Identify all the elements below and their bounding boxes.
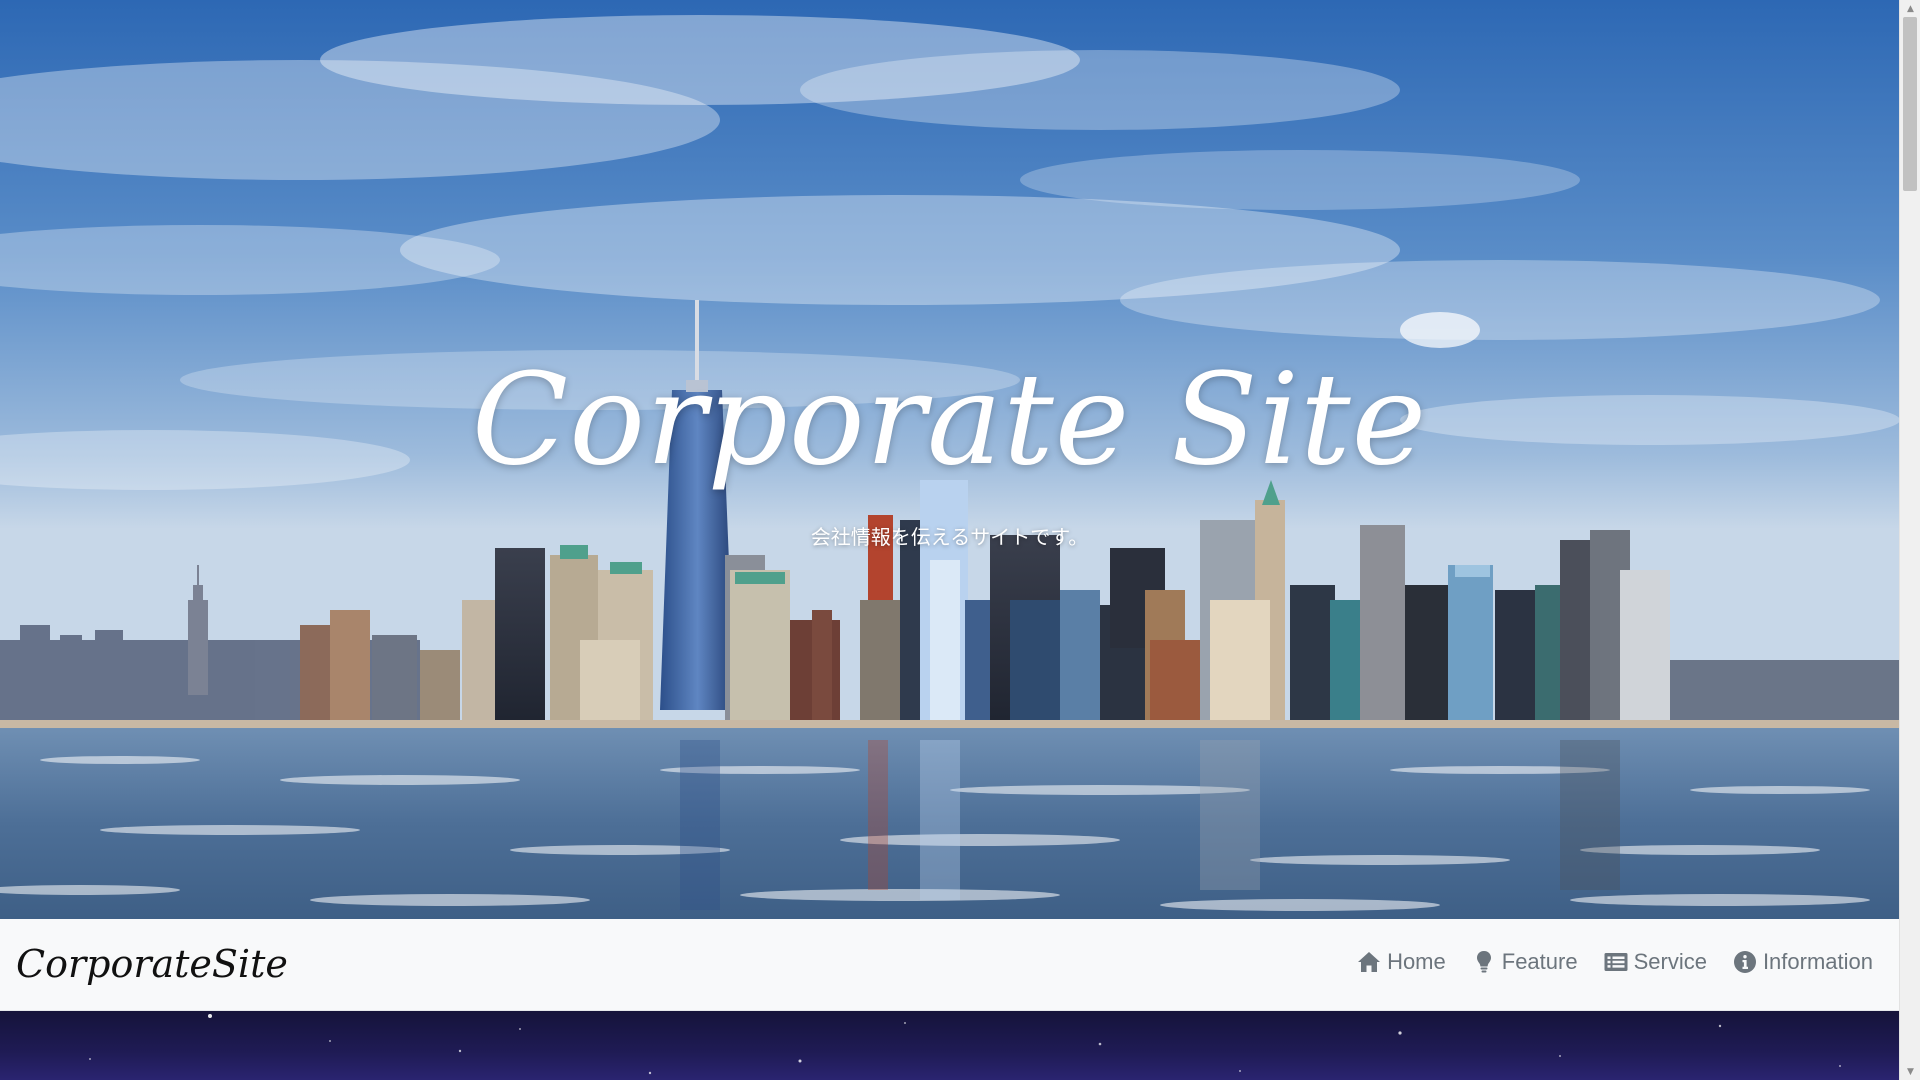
hero-subtitle: 会社情報を伝えるサイトです。 [810, 525, 1089, 549]
nav-menu: Home Feature Service Information [1357, 947, 1873, 977]
nav-item-label: Feature [1501, 949, 1578, 974]
scroll-up-arrow[interactable]: ▲ [1900, 0, 1920, 17]
starfield-image [89, 1014, 1841, 1075]
nav-item-home[interactable]: Home [1357, 947, 1446, 977]
nav-item-label: Service [1633, 949, 1707, 974]
scroll-thumb[interactable] [1903, 17, 1917, 191]
vertical-scrollbar[interactable]: ▲ ▼ [1899, 0, 1920, 1080]
page-viewport: Corporate Site 会社情報を伝えるサイトです。 CorporateS… [0, 0, 1899, 1080]
nav-item-information[interactable]: Information [1733, 947, 1873, 977]
info-circle-icon [1733, 950, 1757, 974]
navbar: CorporateSite Home Feature Service Infor… [0, 919, 1899, 1011]
hero-title: Corporate Site [471, 346, 1428, 493]
lightbulb-icon [1472, 950, 1496, 974]
next-section-background [0, 1011, 1899, 1080]
brand-logo[interactable]: CorporateSite [16, 939, 288, 989]
nav-item-feature[interactable]: Feature [1472, 947, 1578, 977]
home-icon [1357, 950, 1381, 974]
scroll-down-arrow[interactable]: ▼ [1900, 1063, 1920, 1080]
nav-item-label: Information [1762, 949, 1873, 974]
nav-item-label: Home [1387, 949, 1446, 974]
hero-section: Corporate Site 会社情報を伝えるサイトです。 [0, 0, 1899, 919]
nav-item-service[interactable]: Service [1604, 947, 1707, 977]
list-alt-icon [1604, 950, 1628, 974]
